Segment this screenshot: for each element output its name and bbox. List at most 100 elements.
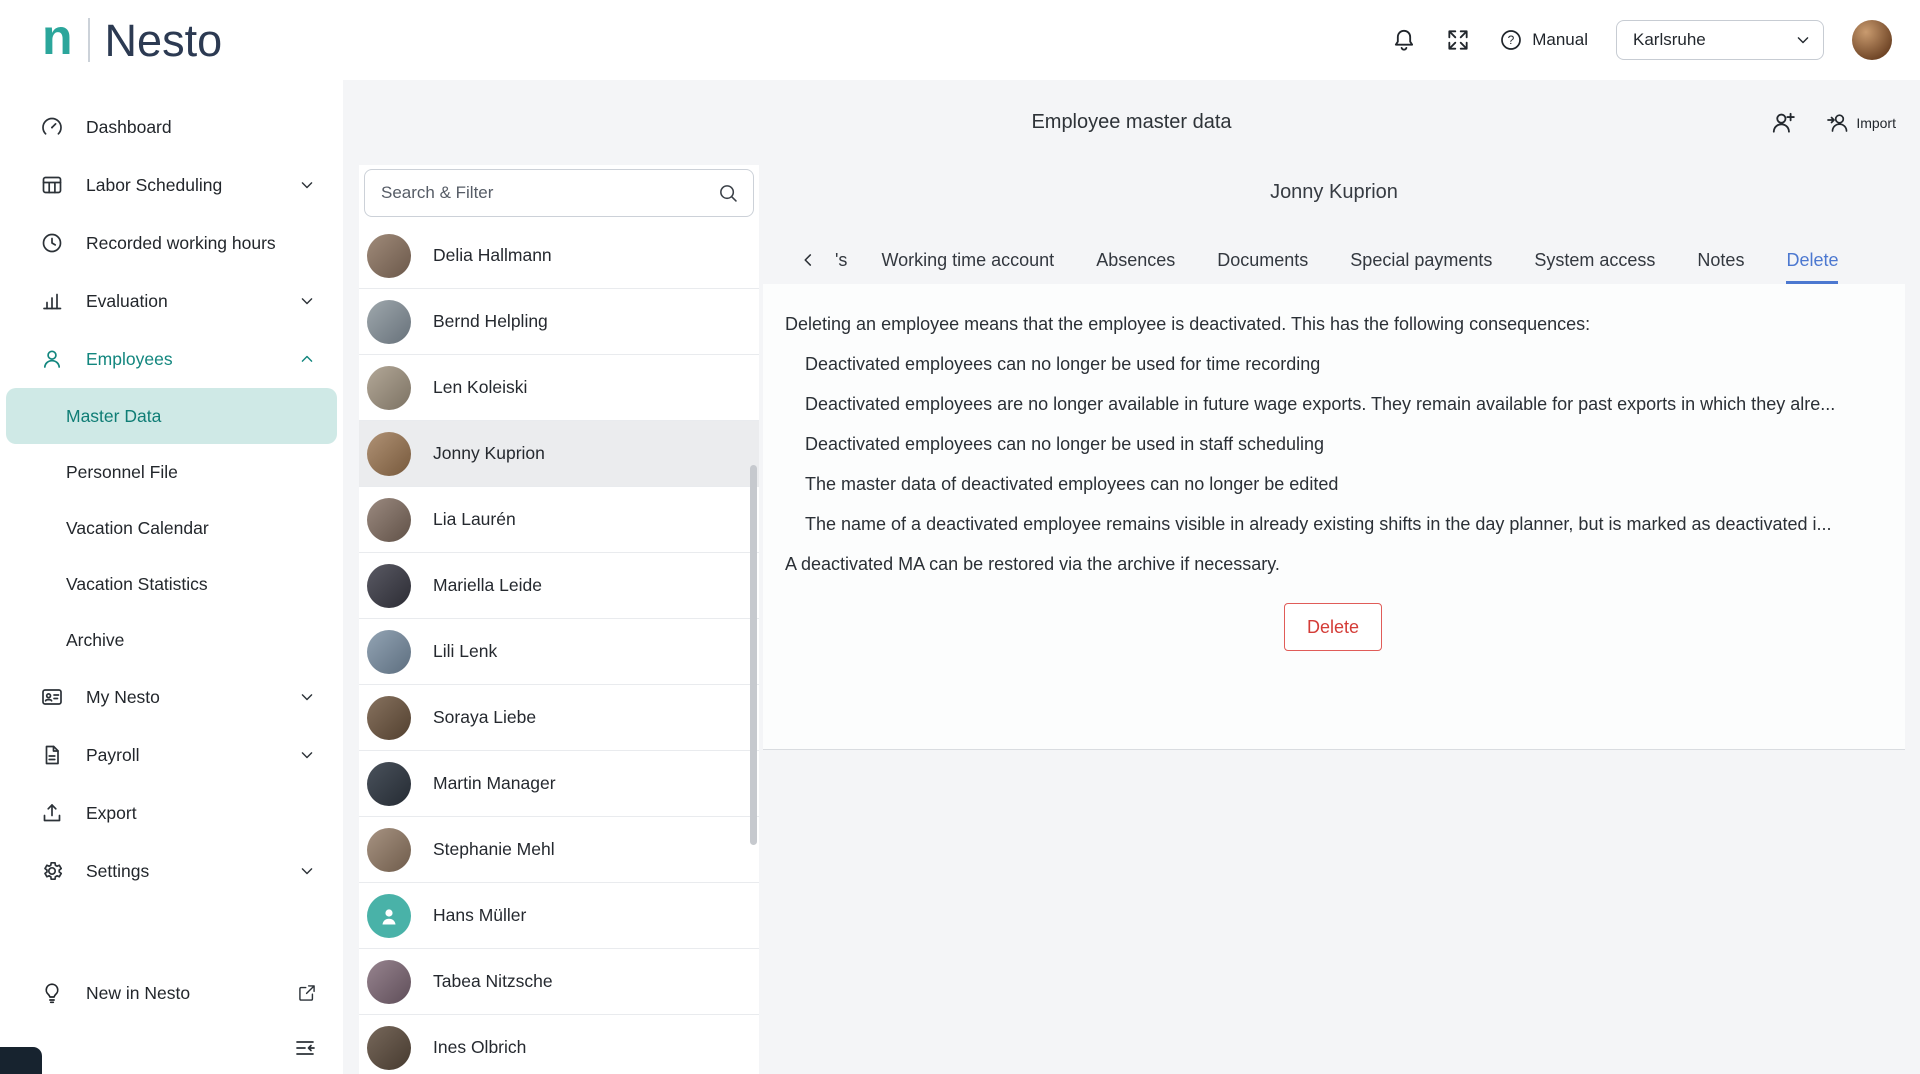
tabs-scroll-left-icon[interactable] xyxy=(797,236,819,284)
employee-row[interactable]: Lili Lenk xyxy=(359,619,759,685)
bar-chart-icon xyxy=(40,289,64,313)
sidebar-subitem-vacation-calendar[interactable]: Vacation Calendar xyxy=(0,500,343,556)
external-link-icon xyxy=(297,983,317,1003)
tab-absences[interactable]: Absences xyxy=(1096,236,1175,284)
sidebar-item-label: Recorded working hours xyxy=(86,233,276,254)
sidebar-subitem-label: Master Data xyxy=(66,406,161,427)
employee-row[interactable]: Tabea Nitzsche xyxy=(359,949,759,1015)
employee-row[interactable]: Lia Laurén xyxy=(359,487,759,553)
chevron-down-icon xyxy=(297,291,317,311)
delete-button[interactable]: Delete xyxy=(1284,603,1382,651)
sidebar-item-label: Labor Scheduling xyxy=(86,175,222,196)
list-scrollbar-thumb[interactable] xyxy=(750,465,757,845)
sidebar-item-label: Payroll xyxy=(86,745,140,766)
user-avatar[interactable] xyxy=(1852,20,1892,60)
employee-name: Delia Hallmann xyxy=(433,245,552,266)
tab-documents[interactable]: Documents xyxy=(1217,236,1308,284)
topbar-actions: ? Manual Karlsruhe xyxy=(1391,20,1892,60)
schedule-grid-icon xyxy=(40,173,64,197)
employee-avatar xyxy=(367,498,411,542)
sidebar-item-label: Settings xyxy=(86,861,149,882)
sidebar-item-recorded-working-hours[interactable]: Recorded working hours xyxy=(0,214,343,272)
dashboard-gauge-icon xyxy=(40,115,64,139)
export-arrow-icon xyxy=(40,801,64,825)
employee-detail-panel: Jonny Kuprion 's Working time account Ab… xyxy=(763,165,1905,1074)
import-button[interactable]: Import xyxy=(1826,111,1896,135)
employee-row[interactable]: Martin Manager xyxy=(359,751,759,817)
logo-name: Nesto xyxy=(105,18,223,63)
new-in-nesto-link[interactable]: New in Nesto xyxy=(0,964,343,1022)
consequence-line: Deactivated employees can no longer be u… xyxy=(785,434,1881,455)
chevron-down-icon xyxy=(297,687,317,707)
sidebar-item-labor-scheduling[interactable]: Labor Scheduling xyxy=(0,156,343,214)
tab-working-time-account[interactable]: Working time account xyxy=(881,236,1054,284)
employee-name: Len Koleiski xyxy=(433,377,527,398)
employee-row[interactable]: Ines Olbrich xyxy=(359,1015,759,1074)
delete-intro-text: Deleting an employee means that the empl… xyxy=(785,314,1881,335)
employee-row-selected[interactable]: Jonny Kuprion xyxy=(359,421,759,487)
sidebar-subitem-archive[interactable]: Archive xyxy=(0,612,343,668)
employee-detail-title: Jonny Kuprion xyxy=(763,181,1905,204)
content: Delia Hallmann Bernd Helpling Len Koleis… xyxy=(343,165,1920,1074)
tab-system-access[interactable]: System access xyxy=(1534,236,1655,284)
employee-row[interactable]: Stephanie Mehl xyxy=(359,817,759,883)
search-icon xyxy=(717,182,739,204)
chevron-down-icon xyxy=(297,175,317,195)
sidebar-item-evaluation[interactable]: Evaluation xyxy=(0,272,343,330)
consequence-line: The name of a deactivated employee remai… xyxy=(785,514,1881,535)
sidebar-item-settings[interactable]: Settings xyxy=(0,842,343,900)
employee-avatar xyxy=(367,432,411,476)
topbar: n Nesto ? Manual Karlsruhe xyxy=(0,0,1920,80)
search-input[interactable] xyxy=(381,183,717,203)
employee-row[interactable]: Delia Hallmann xyxy=(359,223,759,289)
employee-name: Soraya Liebe xyxy=(433,707,536,728)
clock-icon xyxy=(40,231,64,255)
help-circle-icon: ? xyxy=(1499,28,1523,52)
person-placeholder-icon xyxy=(377,904,401,928)
employee-name: Ines Olbrich xyxy=(433,1037,526,1058)
sidebar-item-label: Dashboard xyxy=(86,117,172,138)
search-filter-box xyxy=(364,169,754,217)
sidebar-item-payroll[interactable]: Payroll xyxy=(0,726,343,784)
employee-row[interactable]: Mariella Leide xyxy=(359,553,759,619)
employee-name: Stephanie Mehl xyxy=(433,839,555,860)
sidebar-subitem-label: Vacation Statistics xyxy=(66,574,208,595)
sidebar-item-dashboard[interactable]: Dashboard xyxy=(0,98,343,156)
employee-avatar xyxy=(367,630,411,674)
employee-name: Lia Laurén xyxy=(433,509,516,530)
employee-row[interactable]: Hans Müller xyxy=(359,883,759,949)
tab-notes[interactable]: Notes xyxy=(1697,236,1744,284)
svg-text:?: ? xyxy=(1508,33,1515,47)
sidebar-subitem-label: Personnel File xyxy=(66,462,178,483)
employee-avatar xyxy=(367,300,411,344)
tab-special-payments[interactable]: Special payments xyxy=(1350,236,1492,284)
location-select[interactable]: Karlsruhe xyxy=(1616,20,1824,60)
person-icon xyxy=(40,347,64,371)
fullscreen-expand-icon[interactable] xyxy=(1445,27,1471,53)
chevron-up-icon xyxy=(297,349,317,369)
employee-avatar xyxy=(367,366,411,410)
sidebar-item-employees[interactable]: Employees xyxy=(0,330,343,388)
lightbulb-icon xyxy=(40,981,64,1005)
consequence-line: Deactivated employees are no longer avai… xyxy=(785,394,1881,415)
employee-row[interactable]: Len Koleiski xyxy=(359,355,759,421)
gear-icon xyxy=(40,859,64,883)
employee-name: Tabea Nitzsche xyxy=(433,971,553,992)
document-icon xyxy=(40,743,64,767)
sidebar-subitem-vacation-statistics[interactable]: Vacation Statistics xyxy=(0,556,343,612)
nesto-logo: n Nesto xyxy=(42,12,222,68)
sidebar-subitem-personnel-file[interactable]: Personnel File xyxy=(0,444,343,500)
add-employee-icon[interactable] xyxy=(1770,110,1796,136)
tab-delete[interactable]: Delete xyxy=(1786,236,1838,284)
tab-truncated[interactable]: 's xyxy=(835,236,847,284)
manual-help-link[interactable]: ? Manual xyxy=(1499,28,1588,52)
notifications-bell-icon[interactable] xyxy=(1391,27,1417,53)
sidebar-item-export[interactable]: Export xyxy=(0,784,343,842)
employee-row[interactable]: Soraya Liebe xyxy=(359,685,759,751)
sidebar-item-my-nesto[interactable]: My Nesto xyxy=(0,668,343,726)
employee-name: Mariella Leide xyxy=(433,575,542,596)
sidebar-subitem-master-data[interactable]: Master Data xyxy=(6,388,337,444)
collapse-sidebar-icon[interactable] xyxy=(293,1036,317,1060)
employee-row[interactable]: Bernd Helpling xyxy=(359,289,759,355)
employee-rows: Delia Hallmann Bernd Helpling Len Koleis… xyxy=(359,223,759,1074)
